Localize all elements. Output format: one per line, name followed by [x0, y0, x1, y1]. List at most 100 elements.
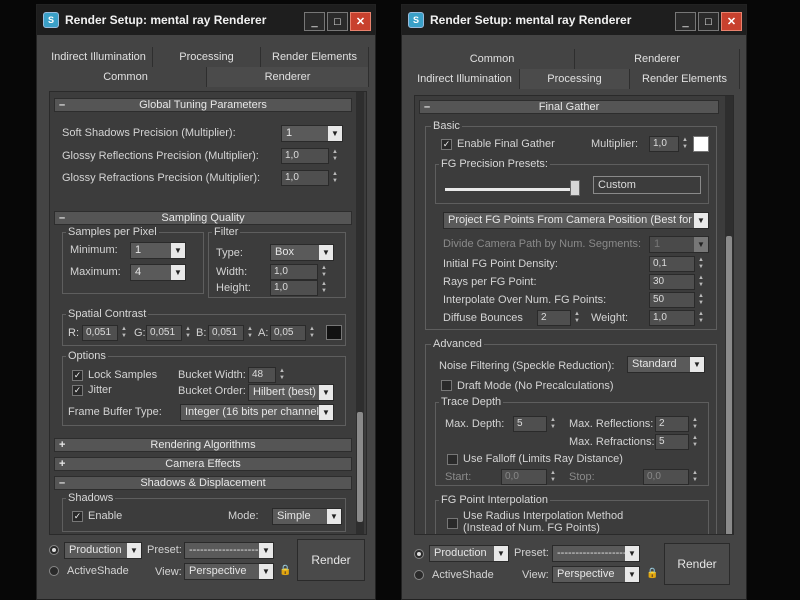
multiplier-spinner[interactable]: 1,0 ▲ ▼	[649, 136, 688, 152]
rendering-algorithms-rollout[interactable]: + Rendering Algorithms	[54, 438, 352, 452]
shadows-displacement-rollout[interactable]: – Shadows & Displacement	[54, 476, 352, 490]
camera-effects-rollout[interactable]: + Camera Effects	[54, 457, 352, 471]
spinner-arrows-icon[interactable]: ▲ ▼	[307, 326, 317, 340]
jitter-checkbox[interactable]: ✓	[72, 385, 83, 396]
weight-spinner[interactable]: 1,0 ▲ ▼	[649, 310, 704, 326]
a-spinner[interactable]: 0,05 ▲ ▼	[270, 325, 315, 341]
preset-dropdown[interactable]: --------------------- ▼	[552, 545, 640, 562]
g-spinner[interactable]: 0,051 ▲ ▼	[146, 325, 191, 341]
filter-type-dropdown[interactable]: Box ▼	[270, 244, 334, 261]
lock-icon[interactable]: 🔒	[646, 568, 658, 580]
spinner-arrows-icon[interactable]: ▲ ▼	[245, 326, 255, 340]
spinner-arrows-icon[interactable]: ▲ ▼	[696, 275, 706, 289]
use-falloff-checkbox[interactable]	[447, 454, 458, 465]
close-icon[interactable]: ✕	[350, 12, 371, 31]
minimize-icon[interactable]: _	[304, 12, 325, 31]
render-button[interactable]: Render	[664, 543, 730, 585]
production-dropdown[interactable]: Production ▼	[429, 545, 509, 562]
glossy-reflections-spinner[interactable]: 1,0 ▲ ▼	[281, 148, 338, 164]
activeshade-radio[interactable]	[49, 566, 59, 576]
tab-renderer[interactable]: Renderer	[207, 67, 369, 87]
b-spinner[interactable]: 0,051 ▲ ▼	[208, 325, 253, 341]
tab-indirect-illumination[interactable]: Indirect Illumination	[410, 69, 520, 89]
rays-per-fg-point-spinner[interactable]: 30 ▲ ▼	[649, 274, 704, 290]
global-tuning-rollout[interactable]: – Global Tuning Parameters	[54, 98, 352, 112]
production-dropdown[interactable]: Production ▼	[64, 542, 142, 559]
project-fg-points-dropdown[interactable]: Project FG Points From Camera Position (…	[443, 212, 709, 229]
tab-common[interactable]: Common	[45, 67, 207, 87]
max-refractions-spinner[interactable]: 5 ▲ ▼	[655, 434, 698, 450]
diffuse-bounces-spinner[interactable]: 2 ▲ ▼	[537, 310, 580, 326]
group-title: Advanced	[431, 338, 484, 350]
noise-filtering-dropdown[interactable]: Standard ▼	[627, 356, 705, 373]
spinner-arrows-icon[interactable]: ▲ ▼	[119, 326, 129, 340]
maximize-icon[interactable]: □	[698, 12, 719, 31]
render-button[interactable]: Render	[297, 539, 365, 581]
spinner-arrows-icon[interactable]: ▲ ▼	[319, 265, 329, 279]
enable-final-gather-checkbox[interactable]: ✓	[441, 139, 452, 150]
lock-icon[interactable]: 🔒	[279, 565, 291, 577]
spinner-arrows-icon[interactable]: ▲ ▼	[680, 137, 690, 151]
bucket-order-dropdown[interactable]: Hilbert (best) ▼	[248, 384, 334, 401]
spinner-arrows-icon[interactable]: ▲ ▼	[572, 311, 582, 325]
glossy-refractions-spinner[interactable]: 1,0 ▲ ▼	[281, 170, 338, 186]
interpolate-fg-points-spinner[interactable]: 50 ▲ ▼	[649, 292, 704, 308]
production-radio[interactable]	[414, 549, 424, 559]
scrollbar-thumb[interactable]	[357, 412, 363, 522]
precision-slider-thumb[interactable]	[570, 180, 580, 196]
preset-dropdown[interactable]: --------------------- ▼	[184, 542, 274, 559]
close-icon[interactable]: ✕	[721, 12, 742, 31]
soft-shadows-dropdown[interactable]: 1 ▼	[281, 125, 343, 142]
spinner-arrows-icon[interactable]: ▲ ▼	[183, 326, 193, 340]
bucket-width-spinner[interactable]: 48 ▲ ▼	[248, 367, 285, 383]
tab-common[interactable]: Common	[410, 49, 575, 69]
production-radio[interactable]	[49, 545, 59, 555]
draft-mode-checkbox[interactable]	[441, 380, 452, 391]
tab-indirect-illumination[interactable]: Indirect Illumination	[45, 47, 153, 67]
spinner-arrows-icon[interactable]: ▲ ▼	[319, 281, 329, 295]
spinner-arrows-icon[interactable]: ▲ ▼	[690, 435, 700, 449]
final-gather-rollout[interactable]: – Final Gather	[419, 100, 719, 114]
max-depth-spinner[interactable]: 5 ▲ ▼	[513, 416, 556, 432]
use-radius-interpolation-checkbox[interactable]	[447, 518, 458, 529]
precision-slider-track[interactable]	[445, 188, 573, 191]
title-bar[interactable]: S Render Setup: mental ray Renderer _ □ …	[37, 5, 375, 35]
activeshade-radio[interactable]	[414, 570, 424, 580]
shadow-mode-dropdown[interactable]: Simple ▼	[272, 508, 342, 525]
tab-render-elements[interactable]: Render Elements	[630, 69, 740, 89]
initial-fg-density-label: Initial FG Point Density:	[443, 258, 558, 270]
sampling-quality-rollout[interactable]: – Sampling Quality	[54, 211, 352, 225]
tab-processing[interactable]: Processing	[520, 69, 630, 89]
contrast-color-swatch[interactable]	[326, 325, 342, 340]
spinner-arrows-icon[interactable]: ▲ ▼	[696, 257, 706, 271]
filter-width-spinner[interactable]: 1,0 ▲ ▼	[270, 264, 327, 280]
lock-samples-checkbox[interactable]: ✓	[72, 370, 83, 381]
scrollbar[interactable]	[725, 96, 733, 534]
title-bar[interactable]: S Render Setup: mental ray Renderer _ □ …	[402, 5, 746, 35]
filter-height-spinner[interactable]: 1,0 ▲ ▼	[270, 280, 327, 296]
max-reflections-spinner[interactable]: 2 ▲ ▼	[655, 416, 698, 432]
spinner-arrows-icon[interactable]: ▲ ▼	[696, 293, 706, 307]
spinner-arrows-icon[interactable]: ▲ ▼	[277, 368, 287, 382]
view-dropdown[interactable]: Perspective ▼	[552, 566, 640, 583]
tab-render-elements[interactable]: Render Elements	[261, 47, 369, 67]
minimize-icon[interactable]: _	[675, 12, 696, 31]
spinner-arrows-icon[interactable]: ▲ ▼	[690, 417, 700, 431]
tab-processing[interactable]: Processing	[153, 47, 261, 67]
frame-buffer-type-dropdown[interactable]: Integer (16 bits per channel) ▼	[180, 404, 334, 421]
tab-renderer[interactable]: Renderer	[575, 49, 740, 69]
spinner-arrows-icon[interactable]: ▲ ▼	[548, 417, 558, 431]
view-dropdown[interactable]: Perspective ▼	[184, 563, 274, 580]
multiplier-color-swatch[interactable]	[693, 136, 709, 152]
minimum-dropdown[interactable]: 1 ▼	[130, 242, 186, 259]
scrollbar-thumb[interactable]	[726, 236, 732, 534]
maximum-dropdown[interactable]: 4 ▼	[130, 264, 186, 281]
initial-fg-density-spinner[interactable]: 0,1 ▲ ▼	[649, 256, 704, 272]
r-spinner[interactable]: 0,051 ▲ ▼	[82, 325, 127, 341]
spinner-arrows-icon[interactable]: ▲ ▼	[696, 311, 706, 325]
spinner-arrows-icon[interactable]: ▲ ▼	[330, 171, 340, 185]
scrollbar[interactable]	[356, 92, 364, 534]
spinner-arrows-icon[interactable]: ▲ ▼	[330, 149, 340, 163]
shadows-enable-checkbox[interactable]: ✓	[72, 511, 83, 522]
maximize-icon[interactable]: □	[327, 12, 348, 31]
